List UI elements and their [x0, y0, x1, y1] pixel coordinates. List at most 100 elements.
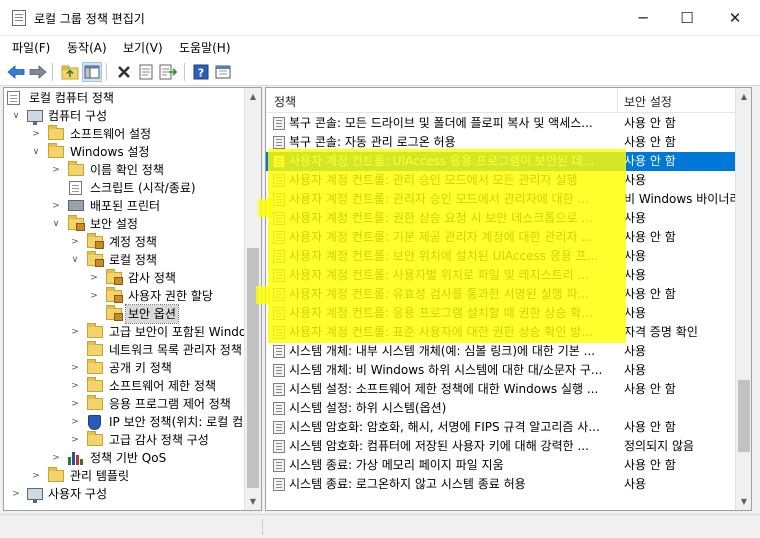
policy-row[interactable]: 시스템 개체: 내부 시스템 개체(예: 심볼 링크)에 대한 기본 ... 사용: [266, 342, 736, 361]
chevron-down-icon[interactable]: ∨: [31, 143, 41, 161]
shield-icon: [88, 415, 101, 430]
chevron-right-icon[interactable]: >: [70, 233, 80, 251]
svg-text:?: ?: [198, 67, 204, 80]
policy-setting: 사용: [624, 249, 647, 263]
policy-name: 시스템 암호화: 암호화, 해시, 서명에 FIPS 규격 알고리즘 사...: [289, 420, 600, 434]
minimize-button[interactable]: ─: [620, 0, 666, 36]
title-bar: 로컬 그룹 정책 편집기 ─ ☐ ✕: [0, 0, 760, 36]
policy-row[interactable]: 시스템 종료: 로그온하지 않고 시스템 종료 허용 사용: [266, 475, 736, 494]
policy-setting: 정의되지 않음: [624, 439, 695, 453]
folder-icon: [68, 161, 84, 176]
tree-pane: 로컬 컴퓨터 정책 ∨ 컴퓨터 구성 > 소프트웨어 설정 ∨ Windows …: [3, 87, 262, 511]
up-folder-icon[interactable]: [60, 62, 80, 82]
window-title: 로컬 그룹 정책 편집기: [34, 12, 145, 26]
policy-editor-app-icon: [12, 10, 26, 26]
column-header-policy[interactable]: 정책: [274, 93, 296, 110]
policy-setting: 자격 증명 확인: [624, 325, 698, 339]
chevron-right-icon[interactable]: >: [51, 161, 61, 179]
folder-icon: [87, 431, 103, 446]
scrollbar-thumb[interactable]: [738, 380, 750, 452]
list-scrollbar[interactable]: ▲ ▼: [735, 88, 751, 510]
policy-row[interactable]: 복구 콘솔: 모든 드라이브 및 폴더에 플로피 복사 및 액세스... 사용 안…: [266, 114, 736, 133]
policy-item-icon: [273, 364, 285, 377]
policy-name: 시스템 개체: 비 Windows 하위 시스템에 대한 대/소문자 구...: [289, 363, 603, 377]
policy-row[interactable]: 시스템 암호화: 암호화, 해시, 서명에 FIPS 규격 알고리즘 사... 사…: [266, 418, 736, 437]
policy-name: 복구 콘솔: 모든 드라이브 및 폴더에 플로피 복사 및 액세스...: [289, 116, 593, 130]
toolbar: ?: [0, 58, 760, 86]
policy-item-icon: [273, 421, 285, 434]
scroll-up-arrow-icon[interactable]: ▲: [245, 88, 261, 105]
policy-setting: 사용: [624, 344, 647, 358]
chevron-right-icon[interactable]: >: [51, 449, 61, 467]
chevron-right-icon[interactable]: >: [31, 467, 41, 485]
policy-name: 시스템 종료: 가상 메모리 페이지 파일 지움: [289, 458, 504, 472]
properties-icon[interactable]: [136, 62, 156, 82]
column-header-security-setting[interactable]: 보안 설정: [624, 93, 672, 110]
policy-row[interactable]: 시스템 개체: 비 Windows 하위 시스템에 대한 대/소문자 구... 사…: [266, 361, 736, 380]
menu-file[interactable]: 파일(F): [12, 39, 50, 56]
policy-item-icon: [273, 402, 285, 415]
policy-name: 시스템 개체: 내부 시스템 개체(예: 심볼 링크)에 대한 기본 ...: [289, 344, 596, 358]
chevron-right-icon[interactable]: >: [70, 413, 80, 431]
list-header: 정책 보안 설정: [266, 88, 736, 113]
delete-icon[interactable]: [114, 62, 134, 82]
close-button[interactable]: ✕: [712, 0, 758, 36]
scroll-down-arrow-icon[interactable]: ▼: [736, 493, 751, 510]
scrollbar-thumb[interactable]: [247, 248, 259, 488]
security-folder-icon: [106, 305, 123, 321]
policy-item-icon: [273, 136, 285, 149]
export-list-icon[interactable]: [158, 62, 178, 82]
column-divider[interactable]: [617, 88, 618, 113]
folder-icon: [87, 323, 103, 338]
chevron-down-icon[interactable]: ∨: [51, 215, 61, 233]
chevron-right-icon[interactable]: >: [89, 269, 99, 287]
show-hide-tree-icon[interactable]: [82, 62, 102, 82]
chevron-right-icon[interactable]: >: [70, 431, 80, 449]
policy-item-icon: [273, 459, 285, 472]
chevron-down-icon[interactable]: ∨: [70, 251, 80, 269]
back-icon[interactable]: [6, 62, 26, 82]
chevron-right-icon[interactable]: >: [31, 125, 41, 143]
help-icon[interactable]: ?: [191, 62, 211, 82]
printer-icon: [68, 200, 84, 211]
folder-icon: [48, 467, 64, 482]
forward-icon[interactable]: [28, 62, 48, 82]
menu-view[interactable]: 보기(V): [123, 39, 163, 56]
policy-setting: 사용 안 함: [624, 458, 676, 472]
maximize-button[interactable]: ☐: [664, 0, 710, 36]
policy-row[interactable]: 시스템 종료: 가상 메모리 페이지 파일 지움 사용 안 함: [266, 456, 736, 475]
chevron-right-icon[interactable]: >: [70, 323, 80, 341]
policy-setting: 사용 안 함: [624, 116, 676, 130]
policy-item-icon: [273, 478, 285, 491]
chevron-right-icon[interactable]: >: [11, 485, 21, 503]
policy-icon: [7, 91, 20, 105]
folder-icon: [87, 359, 103, 374]
policy-name: 시스템 종료: 로그온하지 않고 시스템 종료 허용: [289, 477, 526, 491]
script-icon: [69, 181, 82, 195]
policy-setting: 사용 안 함: [624, 287, 676, 301]
chevron-down-icon[interactable]: ∨: [11, 107, 21, 125]
chevron-right-icon[interactable]: >: [70, 377, 80, 395]
chevron-right-icon[interactable]: >: [70, 395, 80, 413]
chevron-right-icon[interactable]: >: [89, 287, 99, 305]
policy-row[interactable]: 시스템 설정: 하위 시스템(옵션): [266, 399, 736, 418]
policy-setting: 사용: [624, 477, 647, 491]
menu-action[interactable]: 동작(A): [67, 39, 107, 56]
menu-help[interactable]: 도움말(H): [179, 39, 231, 56]
scroll-down-arrow-icon[interactable]: ▼: [245, 493, 261, 510]
chevron-right-icon[interactable]: >: [70, 359, 80, 377]
policy-item-icon: [273, 117, 285, 130]
policy-name: 시스템 설정: 하위 시스템(옵션): [289, 401, 447, 415]
policy-row[interactable]: 시스템 설정: 소프트웨어 제한 정책에 대한 Windows 실행 ... 사용…: [266, 380, 736, 399]
security-folder-icon: [106, 287, 123, 303]
menu-bar: 파일(F) 동작(A) 보기(V) 도움말(H): [0, 36, 760, 58]
policy-name: 시스템 설정: 소프트웨어 제한 정책에 대한 Windows 실행 ...: [289, 382, 599, 396]
console-icon[interactable]: [213, 62, 233, 82]
chevron-right-icon[interactable]: >: [51, 197, 61, 215]
scroll-up-arrow-icon[interactable]: ▲: [736, 88, 751, 105]
policy-setting: 사용 안 함: [624, 382, 676, 396]
folder-icon: [48, 125, 64, 140]
folder-icon: [48, 143, 64, 158]
policy-row[interactable]: 시스템 암호화: 컴퓨터에 저장된 사용자 키에 대해 강력한 ... 정의되지 …: [266, 437, 736, 456]
security-folder-icon: [106, 269, 123, 285]
